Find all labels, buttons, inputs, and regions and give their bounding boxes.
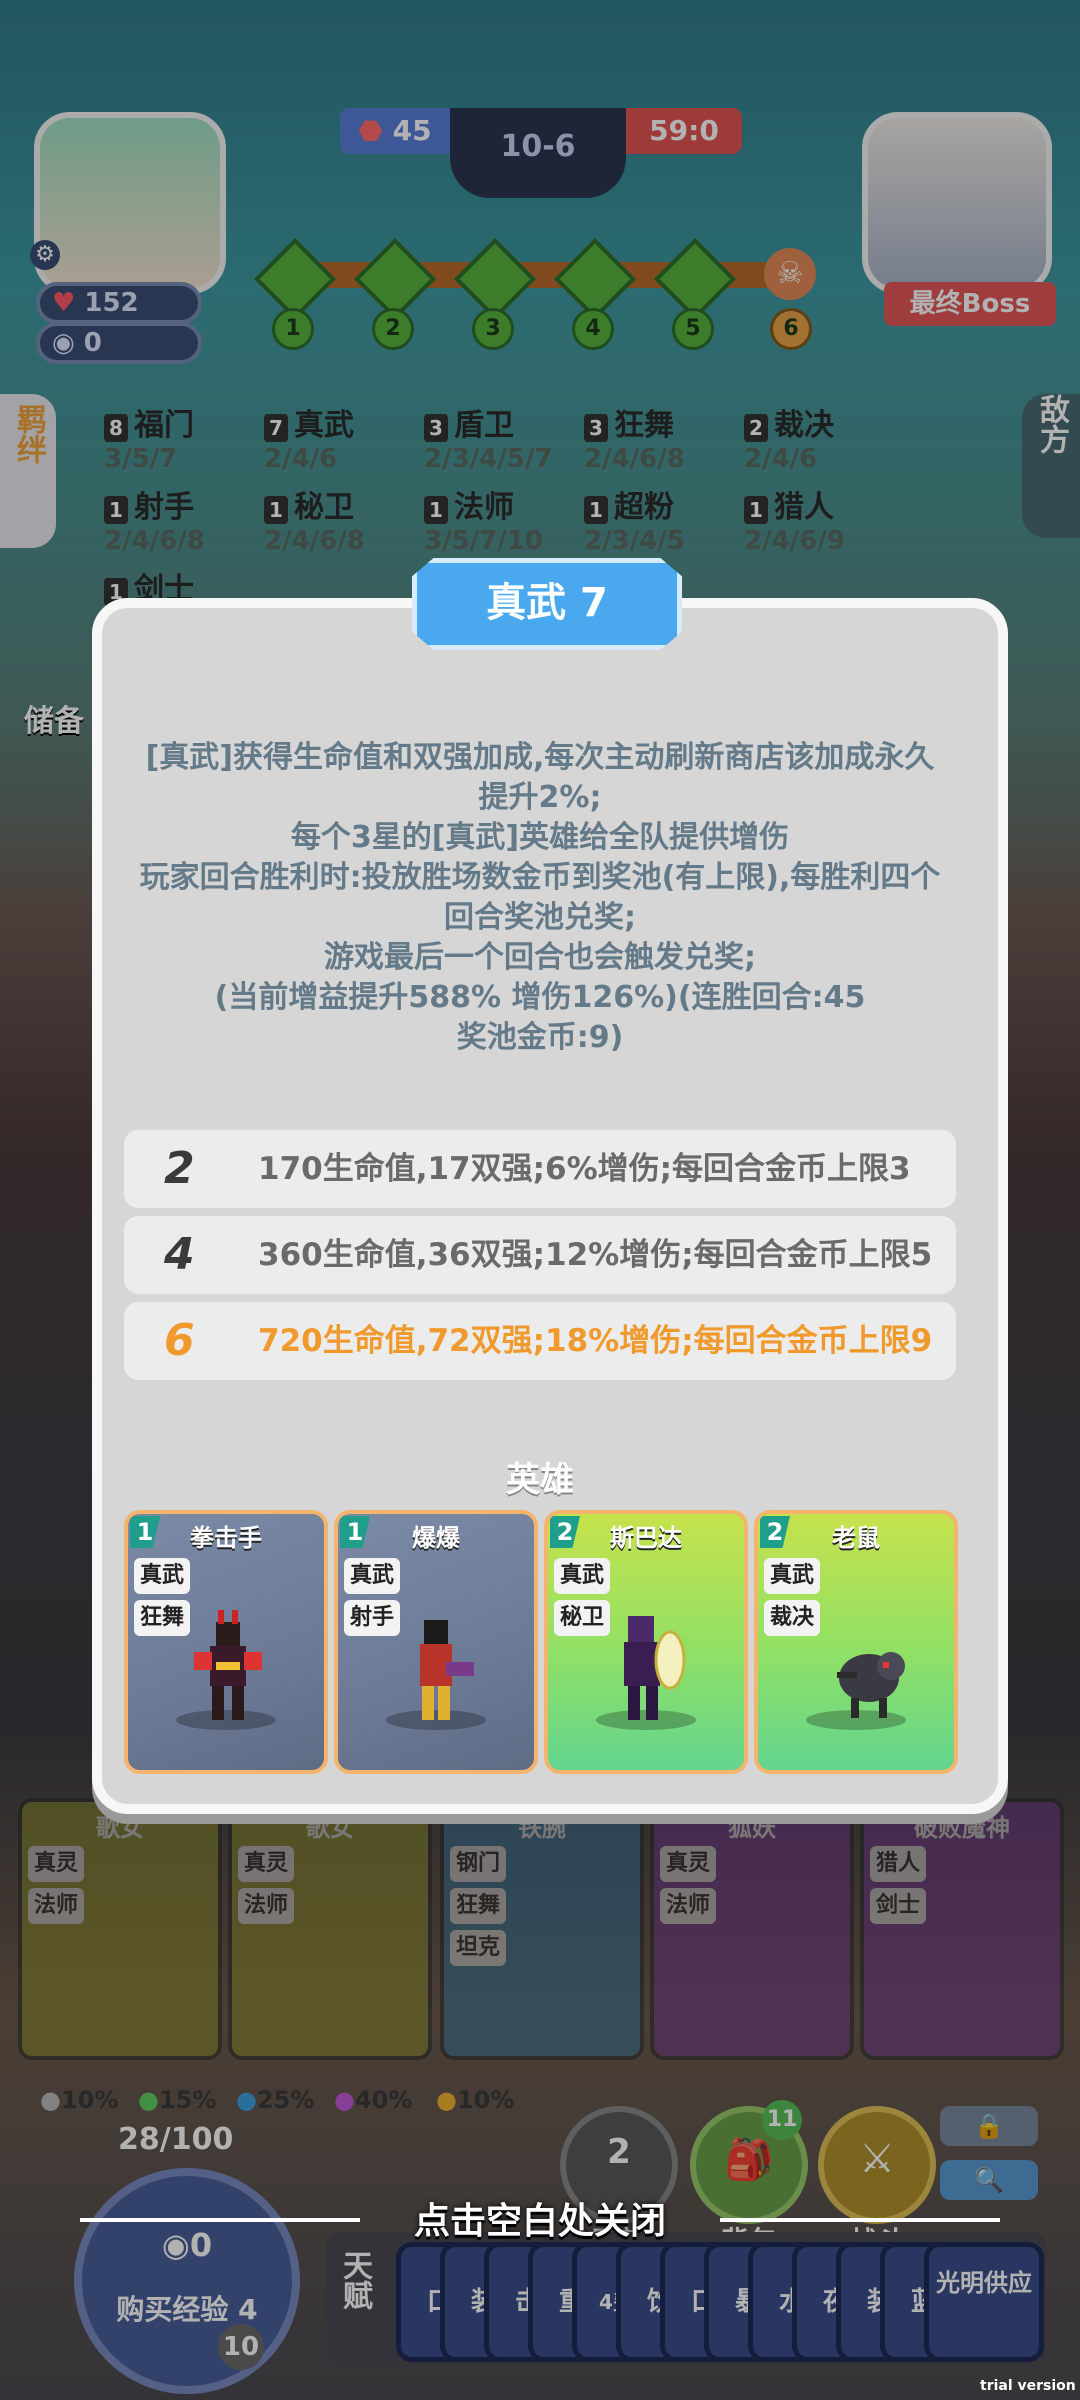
hero-card-baobao[interactable]: 爆爆 1 真武 射手	[334, 1510, 538, 1774]
hero-card-sparta[interactable]: 斯巴达 2 真武 秘卫	[544, 1510, 748, 1774]
boxer-sprite	[194, 1610, 262, 1720]
watermark: trial version	[980, 2378, 1076, 2394]
hero-card-boxer[interactable]: 拳击手 1 真武 狂舞	[124, 1510, 328, 1774]
tier-row-2: 2 170生命值,17双强;6%增伤;每回合金币上限3	[124, 1130, 956, 1208]
bond-description: [真武]获得生命值和双强加成,每次主动刷新商店该加成永久 提升2%; 每个3星的…	[139, 740, 941, 1055]
sparta-sprite	[624, 1616, 686, 1720]
heroes-heading: 英雄	[506, 1460, 574, 1500]
rat-sprite	[837, 1652, 905, 1718]
hero-card-rat[interactable]: 老鼠 2 真武 裁决	[754, 1510, 958, 1774]
tier-row-4: 4 360生命值,36双强;12%增伤;每回合金币上限5	[124, 1216, 956, 1294]
popup-title: 真武 7	[412, 558, 682, 650]
close-hint[interactable]: 点击空白处关闭	[0, 2192, 1080, 2244]
baobao-sprite	[420, 1620, 474, 1720]
tier-row-6: 6 720生命值,72双强;18%增伤;每回合金币上限9	[124, 1302, 956, 1380]
